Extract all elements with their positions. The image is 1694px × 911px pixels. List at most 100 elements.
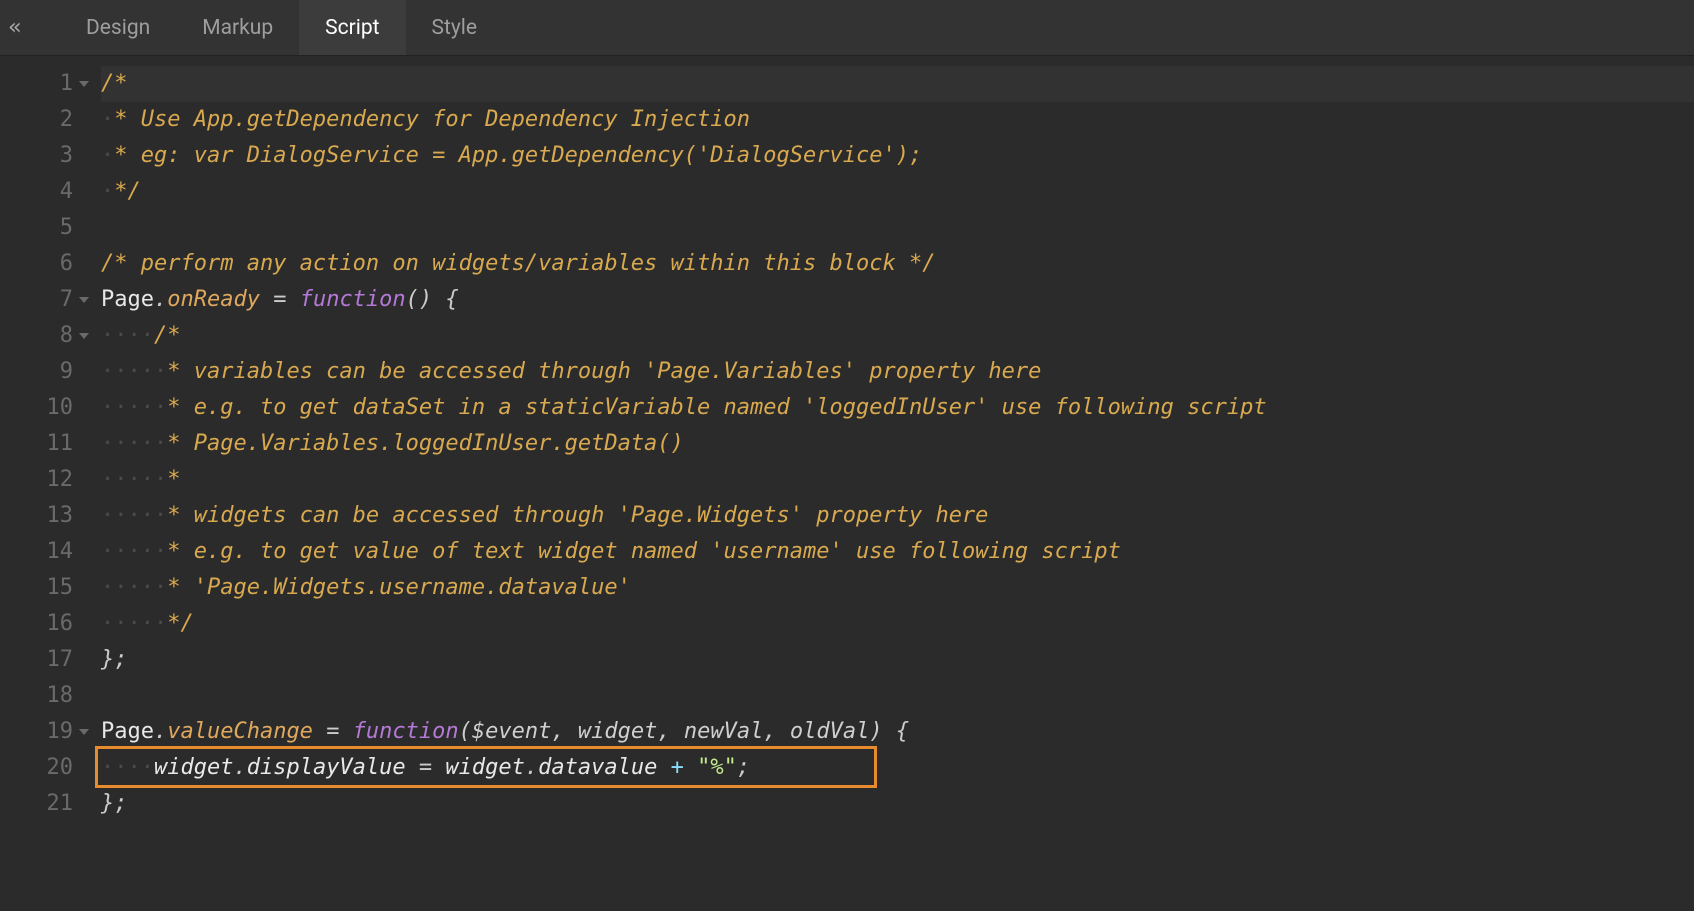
- code-token: ·····: [101, 395, 167, 420]
- code-token: ·····: [101, 539, 167, 564]
- code-token: $event: [472, 719, 551, 744]
- code-token: [657, 755, 670, 780]
- line-number[interactable]: 5: [0, 210, 75, 246]
- line-number[interactable]: 8: [0, 318, 75, 354]
- line-number[interactable]: 16: [0, 606, 75, 642]
- code-token: */: [167, 611, 194, 636]
- line-number[interactable]: 2: [0, 102, 75, 138]
- line-number[interactable]: 6: [0, 246, 75, 282]
- code-token: valueChange: [167, 719, 313, 744]
- code-token: ,: [763, 719, 790, 744]
- fold-toggle-icon[interactable]: [79, 297, 89, 303]
- code-token: ·····: [101, 503, 167, 528]
- code-line[interactable]: ·····*: [101, 462, 1694, 498]
- fold-toggle-icon[interactable]: [79, 729, 89, 735]
- code-line[interactable]: ····widget.displayValue = widget.dataval…: [101, 750, 1694, 786]
- code-token: onReady: [167, 287, 260, 312]
- line-number[interactable]: 14: [0, 534, 75, 570]
- code-line[interactable]: ·*/: [101, 174, 1694, 210]
- code-token: =: [326, 719, 339, 744]
- code-line[interactable]: ·* eg: var DialogService = App.getDepend…: [101, 138, 1694, 174]
- code-line[interactable]: ·····* e.g. to get dataSet in a staticVa…: [101, 390, 1694, 426]
- code-token: ·: [101, 179, 114, 204]
- code-token: {: [896, 719, 909, 744]
- tab-label: Design: [86, 16, 150, 40]
- code-token: ,: [657, 719, 684, 744]
- code-token: .: [154, 719, 167, 744]
- line-number[interactable]: 11: [0, 426, 75, 462]
- code-token: ·····: [101, 359, 167, 384]
- code-line[interactable]: ·* Use App.getDependency for Dependency …: [101, 102, 1694, 138]
- code-editor[interactable]: 123456789101112131415161718192021 /*·* U…: [0, 56, 1694, 911]
- line-number[interactable]: 4: [0, 174, 75, 210]
- code-line[interactable]: ·····*/: [101, 606, 1694, 642]
- line-number[interactable]: 19: [0, 714, 75, 750]
- line-number[interactable]: 3: [0, 138, 75, 174]
- line-number[interactable]: 15: [0, 570, 75, 606]
- code-token: "%": [697, 755, 737, 780]
- code-token: [313, 719, 326, 744]
- code-token: * widgets can be accessed through 'Page.…: [167, 503, 988, 528]
- code-token: *: [167, 467, 180, 492]
- code-token: newVal: [684, 719, 763, 744]
- line-gutter: 123456789101112131415161718192021: [0, 56, 95, 911]
- code-token: * Use App.getDependency for Dependency I…: [114, 107, 750, 132]
- tab-bar: Design Markup Script Style: [60, 0, 503, 55]
- code-line[interactable]: [101, 210, 1694, 246]
- collapse-button[interactable]: «: [0, 0, 30, 55]
- line-number[interactable]: 21: [0, 786, 75, 822]
- code-line[interactable]: Page.valueChange = function($event, widg…: [101, 714, 1694, 750]
- code-token: */: [114, 179, 141, 204]
- code-line[interactable]: };: [101, 786, 1694, 822]
- code-token: datavalue: [538, 755, 657, 780]
- code-token: [406, 755, 419, 780]
- tab-markup[interactable]: Markup: [176, 0, 299, 55]
- code-token: =: [273, 287, 286, 312]
- code-area[interactable]: /*·* Use App.getDependency for Dependenc…: [95, 56, 1694, 911]
- code-line[interactable]: /* perform any action on widgets/variabl…: [101, 246, 1694, 282]
- code-token: ·: [101, 107, 114, 132]
- tab-style[interactable]: Style: [406, 0, 504, 55]
- code-token: .: [525, 755, 538, 780]
- line-number[interactable]: 20: [0, 750, 75, 786]
- tab-design[interactable]: Design: [60, 0, 176, 55]
- code-token: /* perform any action on widgets/variabl…: [101, 251, 935, 276]
- code-token: * e.g. to get value of text widget named…: [167, 539, 1121, 564]
- code-token: ): [869, 719, 882, 744]
- code-line[interactable]: };: [101, 642, 1694, 678]
- code-line[interactable]: ·····* 'Page.Widgets.username.datavalue': [101, 570, 1694, 606]
- code-token: widget: [578, 719, 657, 744]
- tab-label: Style: [432, 16, 478, 40]
- tab-script[interactable]: Script: [299, 0, 405, 55]
- code-line[interactable]: ·····* widgets can be accessed through '…: [101, 498, 1694, 534]
- code-token: [883, 719, 896, 744]
- code-token: [260, 287, 273, 312]
- code-line[interactable]: [101, 678, 1694, 714]
- code-token: {: [445, 287, 458, 312]
- line-number[interactable]: 9: [0, 354, 75, 390]
- code-token: * eg: var DialogService = App.getDepende…: [114, 143, 922, 168]
- code-line[interactable]: /*: [101, 66, 1694, 102]
- code-token: oldVal: [790, 719, 869, 744]
- line-number[interactable]: 12: [0, 462, 75, 498]
- code-token: ·····: [101, 575, 167, 600]
- line-number[interactable]: 10: [0, 390, 75, 426]
- code-line[interactable]: ····/*: [101, 318, 1694, 354]
- code-token: * variables can be accessed through 'Pag…: [167, 359, 1041, 384]
- code-token: =: [419, 755, 432, 780]
- code-line[interactable]: ·····* variables can be accessed through…: [101, 354, 1694, 390]
- line-number[interactable]: 7: [0, 282, 75, 318]
- code-token: displayValue: [247, 755, 406, 780]
- line-number[interactable]: 17: [0, 642, 75, 678]
- code-line[interactable]: Page.onReady = function() {: [101, 282, 1694, 318]
- code-line[interactable]: ·····* Page.Variables.loggedInUser.getDa…: [101, 426, 1694, 462]
- code-token: [432, 755, 445, 780]
- fold-toggle-icon[interactable]: [79, 333, 89, 339]
- tab-label: Markup: [202, 16, 273, 40]
- code-line[interactable]: ·····* e.g. to get value of text widget …: [101, 534, 1694, 570]
- code-token: .: [154, 287, 167, 312]
- line-number[interactable]: 18: [0, 678, 75, 714]
- fold-toggle-icon[interactable]: [79, 81, 89, 87]
- line-number[interactable]: 1: [0, 66, 75, 102]
- line-number[interactable]: 13: [0, 498, 75, 534]
